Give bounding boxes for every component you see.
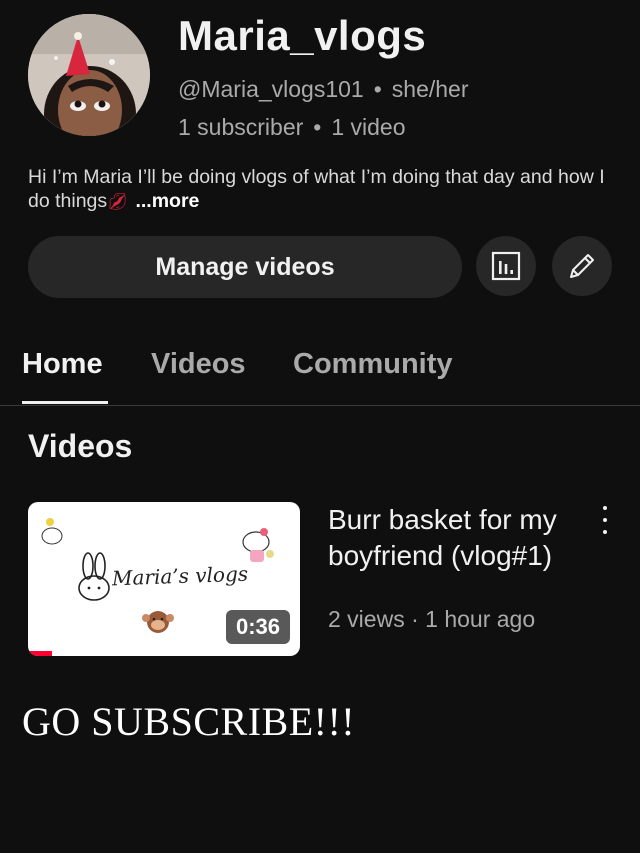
bunny-icon: [78, 552, 110, 601]
subscribe-banner-text: GO SUBSCRIBE!!!: [22, 699, 356, 744]
channel-name: Maria_vlogs: [178, 12, 427, 59]
pencil-icon: [570, 254, 594, 278]
channel-avatar[interactable]: [28, 14, 150, 136]
video-views: 2 views: [328, 606, 405, 632]
video-title[interactable]: Burr basket for my boyfriend (vlog#1): [328, 502, 578, 574]
description-more-link[interactable]: ...more: [135, 190, 199, 212]
separator: •: [373, 76, 382, 102]
channel-stats-line: 1 subscriber • 1 video: [178, 114, 406, 141]
watch-progress-bar: [28, 651, 53, 656]
analytics-button[interactable]: [476, 236, 536, 296]
subscriber-count: 1 subscriber: [178, 114, 304, 140]
thumbnail-title-text: Maria’s vlogs: [111, 561, 249, 591]
video-duration: 0:36: [225, 610, 290, 644]
tab-videos[interactable]: Videos: [151, 348, 246, 381]
edit-channel-button[interactable]: [552, 236, 612, 296]
manage-videos-button[interactable]: Manage videos: [28, 236, 462, 298]
active-tab-indicator: [22, 401, 108, 404]
separator: •: [313, 114, 322, 140]
video-age: 1 hour ago: [425, 606, 536, 632]
video-thumbnail[interactable]: Maria’s vlogs 0:36: [28, 502, 300, 656]
video-count: 1 video: [331, 114, 406, 140]
tab-home[interactable]: Home: [22, 348, 103, 381]
separator: ·: [411, 606, 419, 632]
channel-tabs: Home Videos Community: [0, 340, 640, 406]
analytics-icon: [491, 251, 521, 281]
more-vert-icon[interactable]: [590, 506, 620, 534]
tab-community[interactable]: Community: [293, 348, 453, 381]
channel-pronouns: she/her: [391, 76, 469, 102]
video-meta: 2 views · 1 hour ago: [328, 606, 535, 633]
section-title: Videos: [28, 428, 133, 464]
tabs-divider: [0, 405, 640, 406]
channel-handle: @Maria_vlogs101: [178, 76, 364, 102]
avatar-image: [28, 14, 150, 136]
channel-description[interactable]: Hi I’m Maria I’ll be doing vlogs of what…: [28, 165, 618, 215]
channel-handle-line: @Maria_vlogs101 • she/her: [178, 76, 469, 103]
lips-emoji-icon: 💋︎: [107, 194, 128, 211]
